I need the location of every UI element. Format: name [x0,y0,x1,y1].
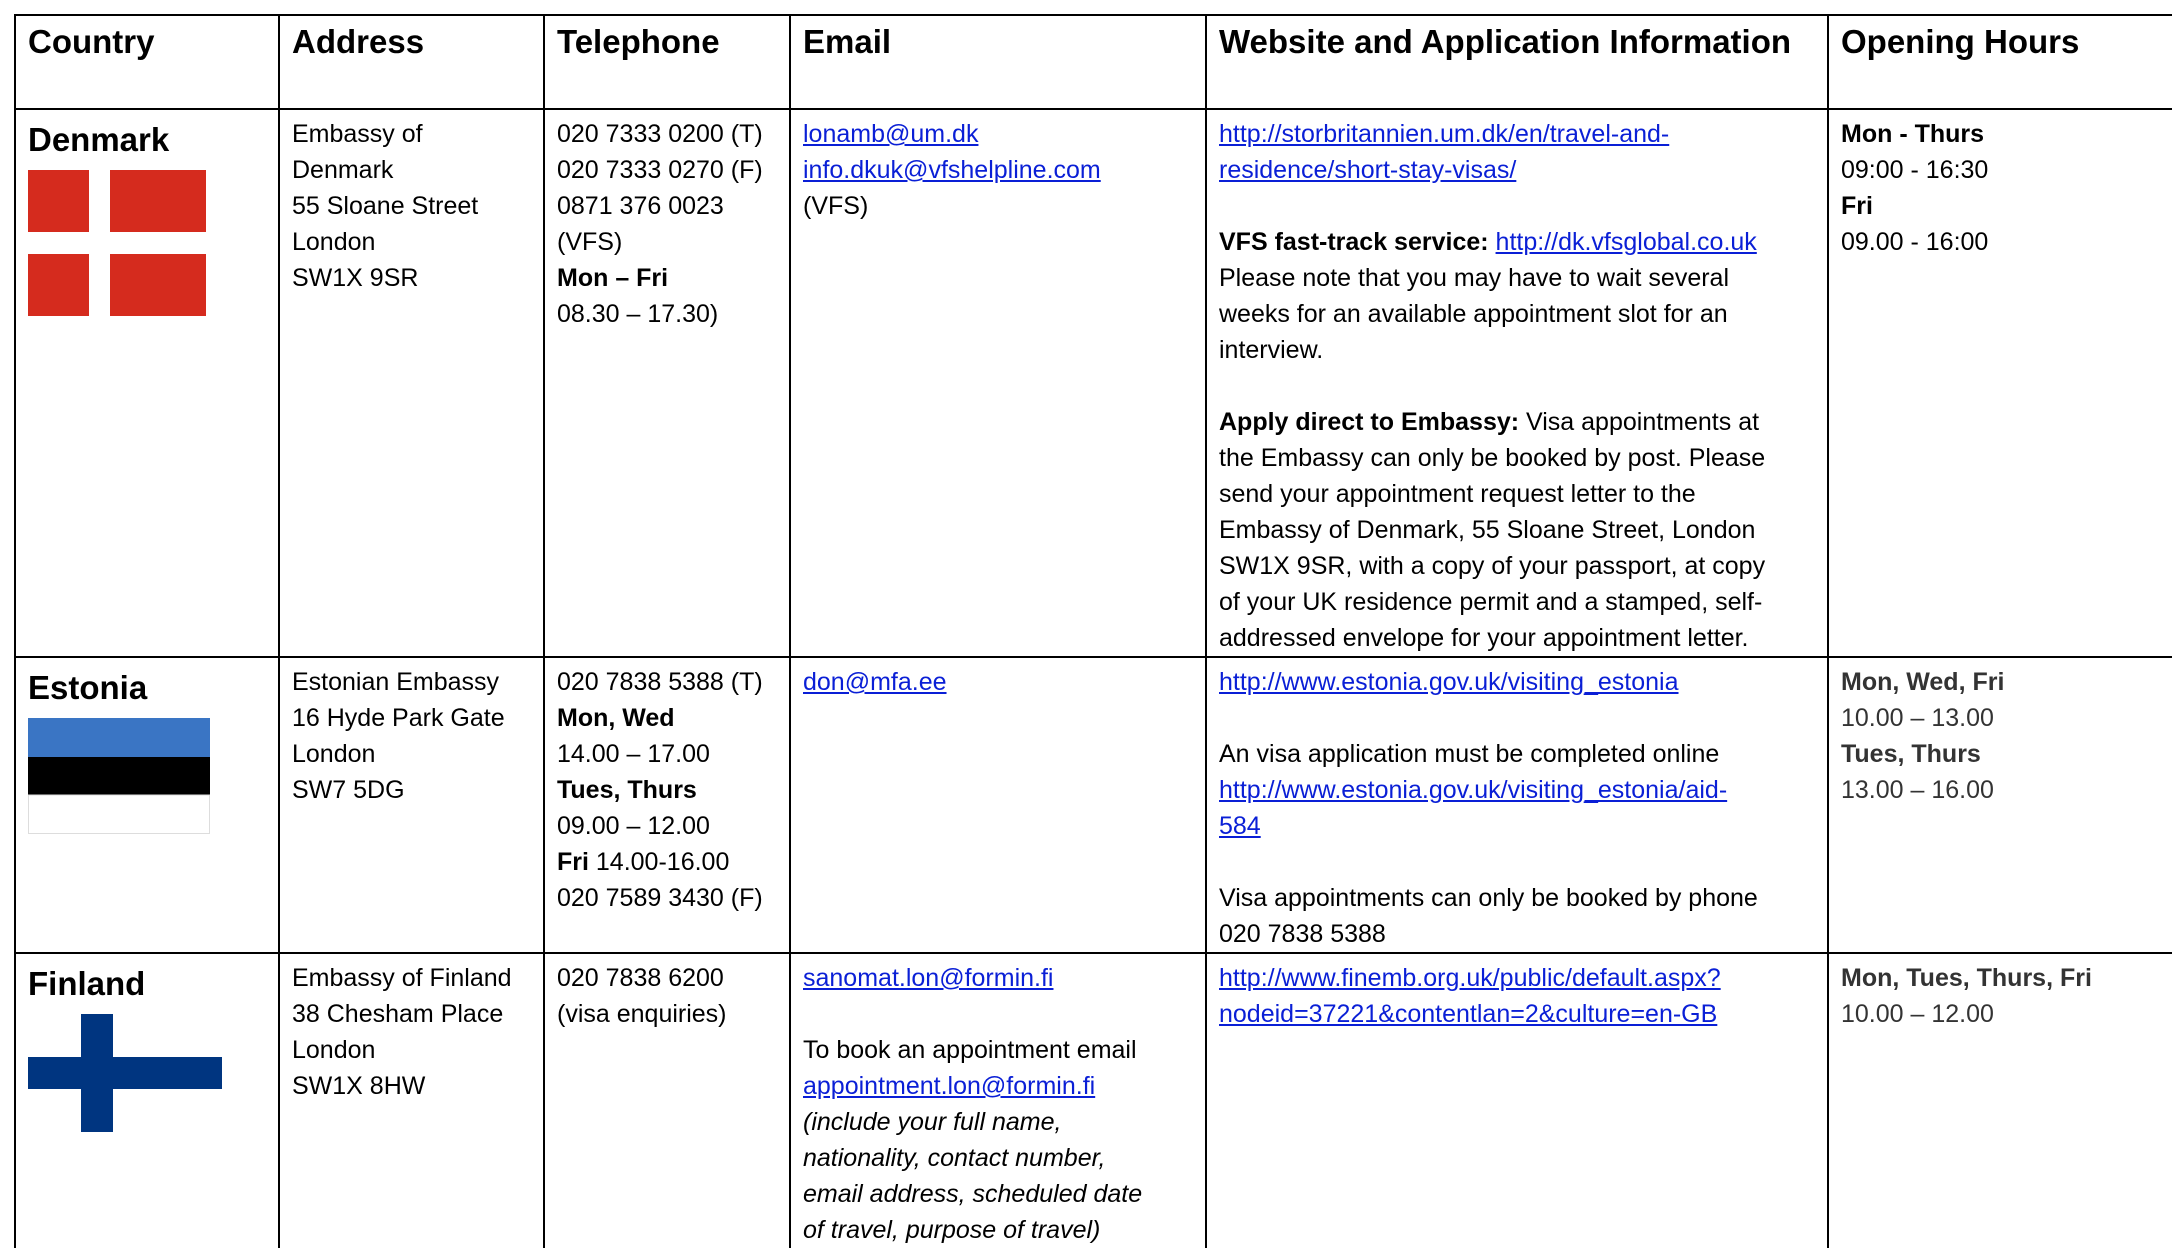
email-link[interactable]: lonamb@um.dk [803,116,1193,152]
email-link[interactable]: don@mfa.ee [803,664,1193,700]
address-cell-denmark: Embassy of Denmark 55 Sloane Street Lond… [278,108,545,658]
email-link[interactable]: sanomat.lon@formin.fi [803,960,1193,996]
header-row: Country Address Telephone Email Website … [14,14,2172,110]
email-cell-estonia: don@mfa.ee [789,656,1207,954]
header-address: Address [278,14,545,110]
website-cell-finland: http://www.finemb.org.uk/public/default.… [1205,952,1829,1248]
website-link[interactable]: nodeid=37221&contentlan=2&culture=en-GB [1219,996,1815,1032]
website-link[interactable]: http://storbritannien.um.dk/en/travel-an… [1219,116,1815,152]
country-cell-finland: Finland [14,952,280,1248]
booking-email-link[interactable]: appointment.lon@formin.fi [803,1068,1193,1104]
email-cell-denmark: lonamb@um.dk info.dkuk@vfshelpline.com (… [789,108,1207,658]
country-name: Estonia [28,669,148,706]
website-link[interactable]: http://www.finemb.org.uk/public/default.… [1219,960,1815,996]
telephone-cell-denmark: 020 7333 0200 (T) 020 7333 0270 (F) 0871… [543,108,791,658]
hours-cell-finland: Mon, Tues, Thurs, Fri 10.00 – 12.00 [1827,952,2172,1248]
telephone-cell-finland: 020 7838 6200 (visa enquiries) [543,952,791,1248]
hours-cell-estonia: Mon, Wed, Fri 10.00 – 13.00 Tues, Thurs … [1827,656,2172,954]
header-telephone: Telephone [543,14,791,110]
estonia-flag-icon [28,718,210,834]
email-cell-finland: sanomat.lon@formin.fi To book an appoint… [789,952,1207,1248]
direct-label: Apply direct to Embassy: [1219,408,1520,436]
website-cell-estonia: http://www.estonia.gov.uk/visiting_eston… [1205,656,1829,954]
website-link[interactable]: residence/short-stay-visas/ [1219,152,1815,188]
hours-cell-denmark: Mon - Thurs 09:00 - 16:30 Fri 09.00 - 16… [1827,108,2172,658]
header-website: Website and Application Information [1205,14,1829,110]
finland-flag-icon [28,1014,222,1132]
country-cell-estonia: Estonia [14,656,280,954]
application-link[interactable]: http://www.estonia.gov.uk/visiting_eston… [1219,772,1815,808]
denmark-flag-icon [28,170,206,316]
table-row-estonia: Estonia Estonian Embassy 16 Hyde Park Ga… [14,656,2172,954]
header-opening-hours: Opening Hours [1827,14,2172,110]
header-country: Country [14,14,280,110]
header-email: Email [789,14,1207,110]
website-link[interactable]: http://www.estonia.gov.uk/visiting_eston… [1219,664,1815,700]
vfs-link[interactable]: http://dk.vfsglobal.co.uk [1496,228,1757,256]
address-cell-estonia: Estonian Embassy 16 Hyde Park Gate Londo… [278,656,545,954]
email-link[interactable]: info.dkuk@vfshelpline.com [803,152,1193,188]
website-cell-denmark: http://storbritannien.um.dk/en/travel-an… [1205,108,1829,658]
country-name: Finland [28,965,146,1002]
application-link[interactable]: 584 [1219,808,1815,844]
country-cell-denmark: Denmark [14,108,280,658]
vfs-label: VFS fast-track service: [1219,228,1489,256]
address-cell-finland: Embassy of Finland 38 Chesham Place Lond… [278,952,545,1248]
table-row-finland: Finland Embassy of Finland 38 Chesham Pl… [14,952,2172,1248]
country-name: Denmark [28,121,170,158]
table-row-denmark: Denmark Embassy of Denmark 55 Sloane Str… [14,108,2172,658]
telephone-cell-estonia: 020 7838 5388 (T) Mon, Wed 14.00 – 17.00… [543,656,791,954]
embassy-table: Country Address Telephone Email Website … [14,14,2172,1248]
